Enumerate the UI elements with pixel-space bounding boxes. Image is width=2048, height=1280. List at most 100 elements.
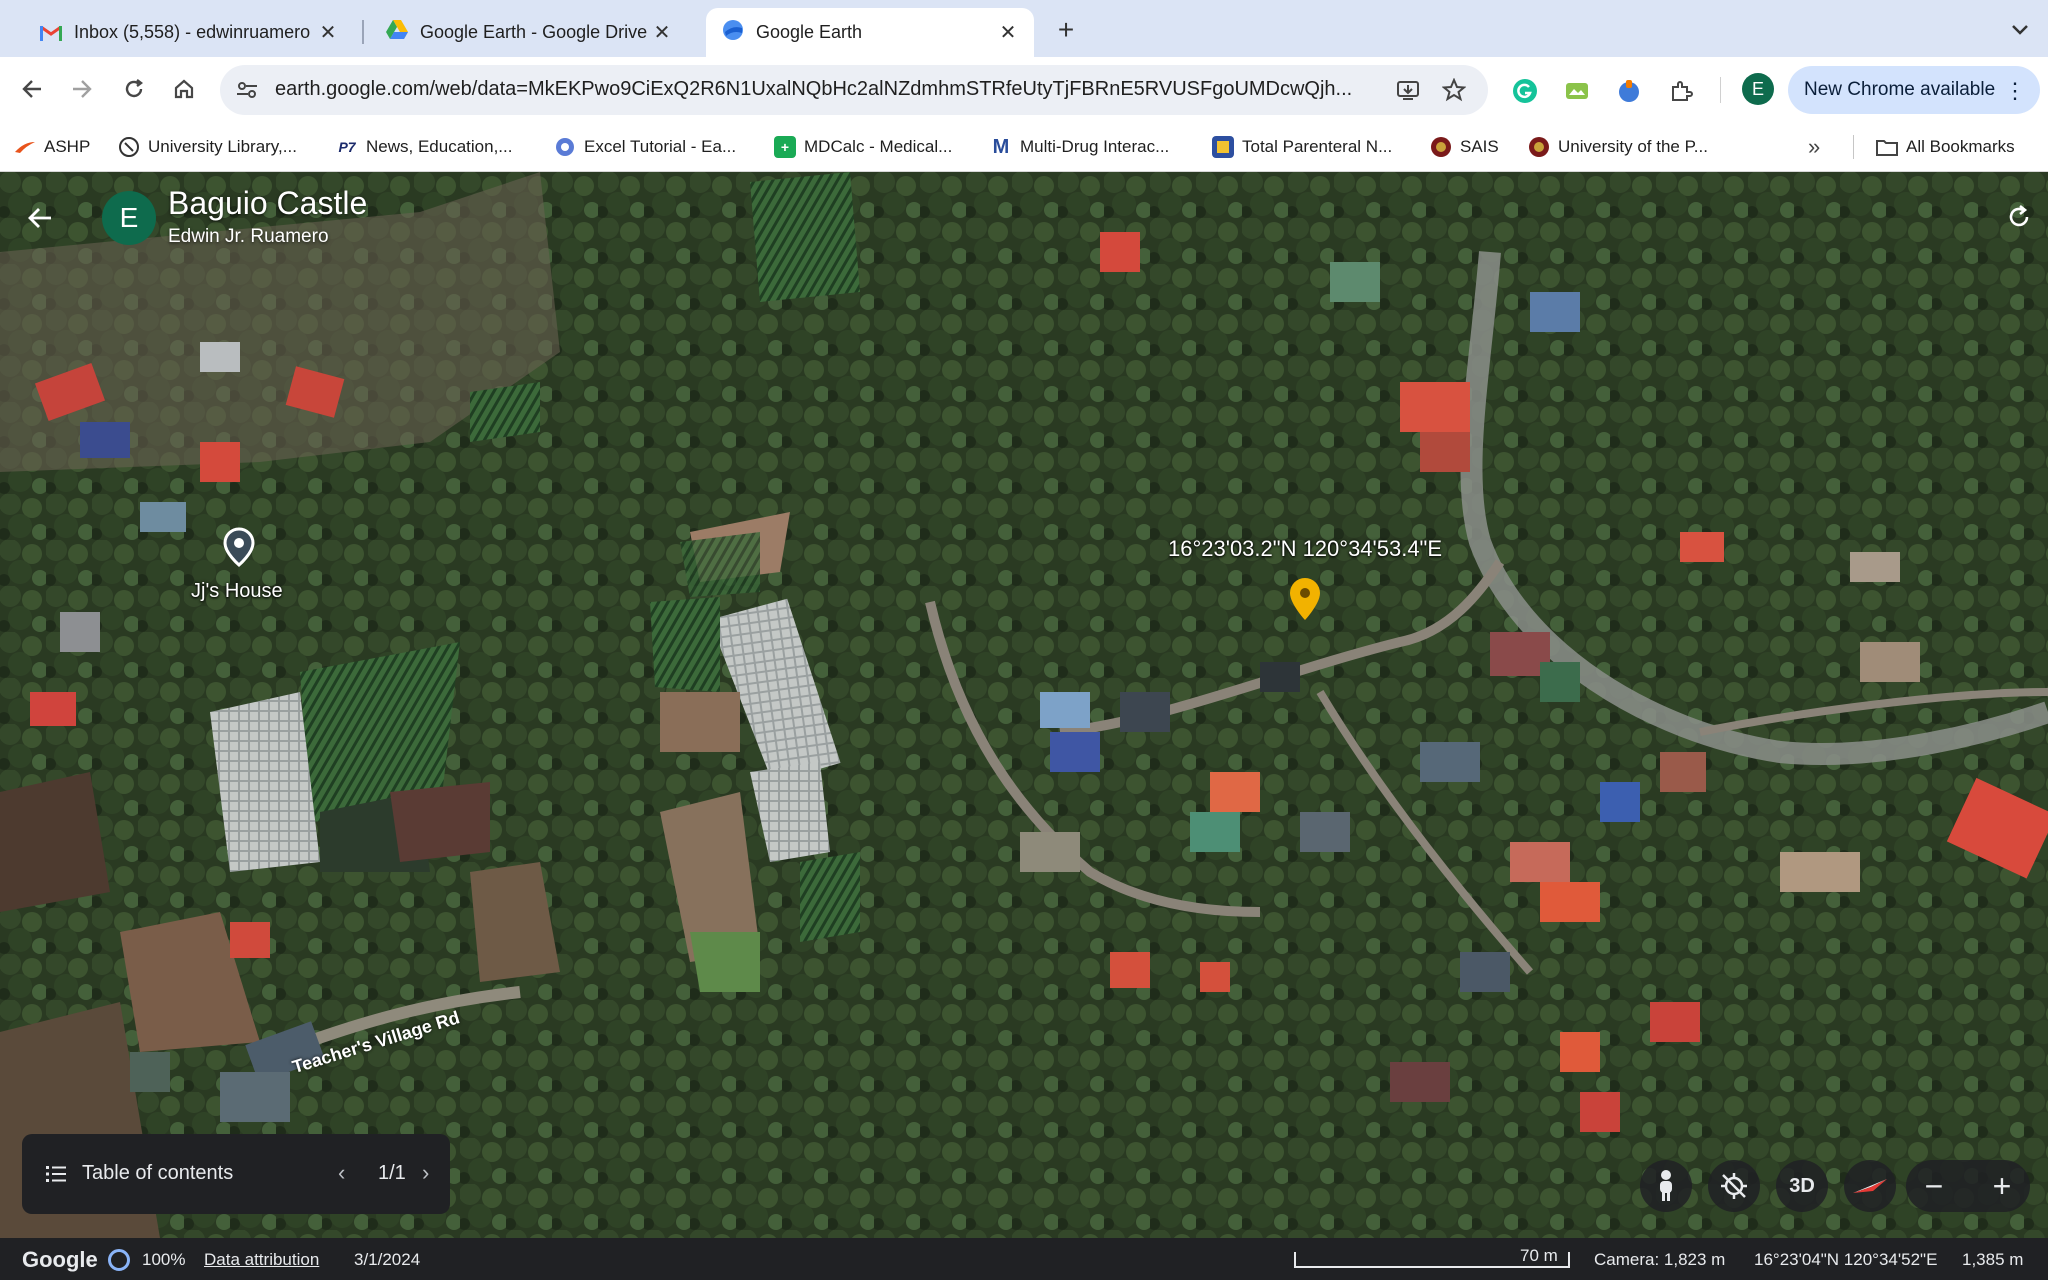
loading-indicator-icon xyxy=(108,1249,130,1271)
bookmark-item[interactable]: + MDCalc - Medical... xyxy=(774,132,952,162)
all-bookmarks-button[interactable]: All Bookmarks xyxy=(1876,132,2015,162)
bookmark-item[interactable]: SAIS xyxy=(1430,132,1499,162)
imagery-date: 3/1/2024 xyxy=(354,1250,421,1269)
tab-google-earth[interactable]: Google Earth ✕ xyxy=(706,8,1034,57)
close-icon[interactable]: ✕ xyxy=(316,20,340,44)
bookmark-item[interactable]: Excel Tutorial - Ea... xyxy=(554,132,736,162)
extension-globe-icon[interactable] xyxy=(1612,74,1646,108)
grammarly-icon[interactable] xyxy=(1508,74,1542,108)
scale-label: 70 m xyxy=(1520,1246,1558,1265)
toc-label: Table of contents xyxy=(82,1162,234,1184)
tab-title: Google Earth xyxy=(756,22,863,42)
tab-gmail[interactable]: Inbox (5,558) - edwinruamero ✕ xyxy=(24,8,354,57)
bookmark-label: Total Parenteral N... xyxy=(1242,137,1393,156)
profile-avatar[interactable]: E xyxy=(1742,73,1774,105)
toggle-3d-button[interactable]: 3D xyxy=(1776,1160,1828,1212)
elevation: 1,385 m xyxy=(1962,1250,2024,1269)
bookmark-item[interactable]: P7 News, Education,... xyxy=(336,132,512,162)
gmail-icon xyxy=(40,25,62,41)
extension-screenshot-icon[interactable] xyxy=(1560,74,1594,108)
table-of-contents-panel[interactable]: Table of contents ‹ 1/1 › xyxy=(22,1134,450,1214)
compass-icon xyxy=(1853,1179,1887,1193)
bookmark-label: ASHP xyxy=(44,137,91,156)
bookmark-label: Excel Tutorial - Ea... xyxy=(584,137,737,156)
status-footer: Google 100% Data attribution 3/1/2024 70… xyxy=(0,1238,2048,1280)
bookmarks-bar: ASHP University Library,... P7 News, Edu… xyxy=(0,122,2048,172)
arrow-left-icon xyxy=(28,208,51,228)
bookmark-label: Multi-Drug Interac... xyxy=(1020,137,1170,156)
arrow-left-icon xyxy=(22,80,41,98)
ashp-icon xyxy=(14,136,36,158)
chevron-right-icon[interactable]: › xyxy=(422,1160,429,1186)
arrow-right-icon xyxy=(73,80,92,98)
data-attribution-link[interactable]: Data attribution xyxy=(204,1250,319,1270)
bookmark-item[interactable]: Total Parenteral N... xyxy=(1212,132,1392,162)
bookmark-label: MDCalc - Medical... xyxy=(804,137,953,156)
project-owner-avatar[interactable]: E xyxy=(102,191,156,245)
back-arrow-button[interactable] xyxy=(22,200,58,236)
bookmark-label: News, Education,... xyxy=(366,137,513,156)
tab-google-drive[interactable]: Google Earth - Google Drive ✕ xyxy=(370,8,688,57)
bookmark-item[interactable]: ASHP xyxy=(14,132,90,162)
coordinate-label: 16°23'03.2"N 120°34'53.4"E xyxy=(1168,536,1443,561)
google-logo: Google xyxy=(22,1247,98,1272)
back-button[interactable] xyxy=(12,69,52,109)
address-bar[interactable]: earth.google.com/web/data=MkEKPwo9CiExQ2… xyxy=(220,65,1488,115)
cursor-coordinates: 16°23'04"N 120°34'52"E xyxy=(1754,1250,1938,1269)
up-icon xyxy=(1528,136,1550,158)
location-disabled-button[interactable] xyxy=(1708,1160,1760,1212)
zoom-out-button[interactable]: − xyxy=(1916,1168,1952,1204)
site-settings-icon[interactable] xyxy=(234,77,260,103)
bookmark-star-icon[interactable] xyxy=(1440,76,1468,104)
extensions-puzzle-icon[interactable] xyxy=(1664,74,1698,108)
home-icon xyxy=(174,79,194,99)
google-earth-icon xyxy=(722,19,744,46)
more-menu-icon[interactable]: ⋮ xyxy=(2004,78,2026,104)
bookmark-item[interactable]: University Library,... xyxy=(118,132,297,162)
browser-toolbar: earth.google.com/web/data=MkEKPwo9CiExQ2… xyxy=(0,57,2048,122)
zoom-in-button[interactable]: + xyxy=(1984,1168,2020,1204)
tab-strip: Inbox (5,558) - edwinruamero ✕ Google Ea… xyxy=(0,0,2048,57)
close-icon[interactable]: ✕ xyxy=(650,20,674,44)
new-chrome-available-button[interactable]: New Chrome available ⋮ xyxy=(1788,66,2040,114)
news-icon: P7 xyxy=(338,139,356,155)
placemark-label[interactable]: Jj's House xyxy=(191,580,283,603)
chevron-left-icon[interactable]: ‹ xyxy=(338,1160,345,1186)
more-bookmarks-icon[interactable]: » xyxy=(1808,134,1820,160)
tab-title: Inbox (5,558) - edwinruamero xyxy=(74,22,311,42)
new-chrome-label: New Chrome available xyxy=(1804,79,1996,100)
excel-tutorial-icon xyxy=(554,136,576,158)
zoom-controls: − + xyxy=(1906,1160,2030,1212)
satellite-imagery xyxy=(0,172,2048,1238)
toolbar-divider xyxy=(1720,77,1721,103)
tpn-icon xyxy=(1212,136,1234,158)
bookmark-item[interactable]: University of the P... xyxy=(1528,132,1708,162)
pegman-icon xyxy=(1660,1170,1672,1201)
bookmarks-divider xyxy=(1853,135,1854,159)
browser-window: { "tabs": [ {"title": "Inbox (5,558) - e… xyxy=(0,0,2048,1280)
street-view-button[interactable] xyxy=(1640,1160,1692,1212)
bookmark-item[interactable]: M Multi-Drug Interac... xyxy=(990,132,1170,162)
reset-view-button[interactable] xyxy=(2002,200,2036,234)
home-button[interactable] xyxy=(164,69,204,109)
mdcalc-icon: + xyxy=(774,136,796,158)
reload-button[interactable] xyxy=(114,69,154,109)
folder-icon xyxy=(1876,136,1898,158)
multi-drug-icon: M xyxy=(992,135,1010,158)
compass-button[interactable] xyxy=(1844,1160,1896,1212)
forward-button[interactable] xyxy=(62,69,102,109)
new-tab-button[interactable]: + xyxy=(1048,12,1084,48)
placemark-pin-icon[interactable] xyxy=(222,527,256,567)
tab-divider xyxy=(362,20,364,44)
library-icon xyxy=(118,136,140,158)
location-off-icon xyxy=(1721,1173,1747,1199)
tab-search-chevron-icon[interactable] xyxy=(2002,12,2038,48)
location-pin-icon[interactable] xyxy=(1288,576,1322,622)
reset-rotation-icon xyxy=(2009,204,2029,227)
project-owner: Edwin Jr. Ruamero xyxy=(168,226,329,247)
close-icon[interactable]: ✕ xyxy=(996,20,1020,44)
earth-map-viewport[interactable] xyxy=(0,172,2048,1238)
install-app-icon[interactable] xyxy=(1394,76,1422,104)
load-percent: 100% xyxy=(142,1250,186,1269)
url-text[interactable]: earth.google.com/web/data=MkEKPwo9CiExQ2… xyxy=(275,78,1395,101)
